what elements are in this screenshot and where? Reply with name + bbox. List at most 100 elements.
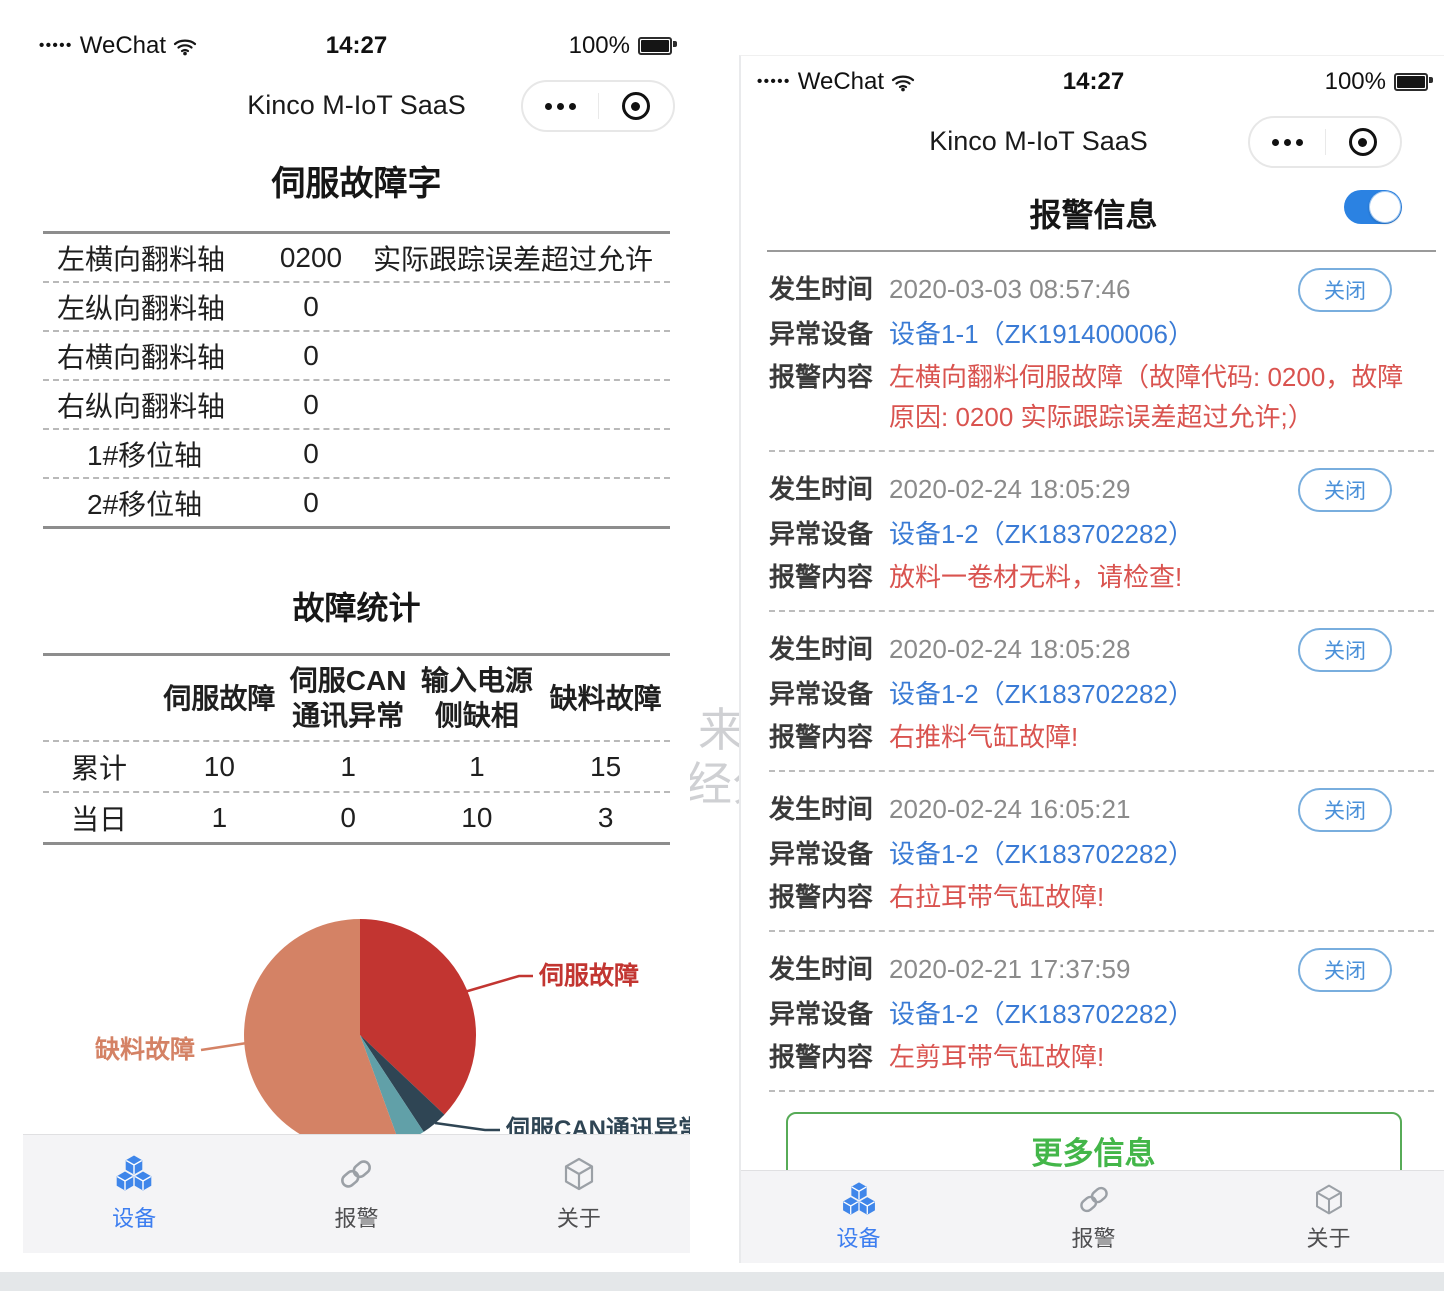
stats-row-label: 当日 bbox=[43, 798, 155, 838]
field-label-content: 报警内容 bbox=[769, 717, 873, 757]
devices-cubes-icon bbox=[113, 1155, 155, 1193]
right-phone-screen: ••••• WeChat 14:27 100% Kinco M-IoT SaaS bbox=[739, 55, 1444, 1263]
alarm-device-link[interactable]: 设备1-1（ZK191400006） bbox=[889, 312, 1194, 357]
tab-alarm[interactable]: 报警 bbox=[245, 1155, 467, 1233]
field-label-content: 报警内容 bbox=[769, 557, 873, 597]
more-dots-icon bbox=[545, 103, 576, 110]
stats-value: 10 bbox=[413, 802, 542, 834]
pie-leader-can-error bbox=[435, 1123, 500, 1130]
field-label-device: 异常设备 bbox=[769, 992, 873, 1037]
capsule-more-button[interactable] bbox=[1250, 118, 1325, 166]
pie-leader-material-shortage bbox=[201, 1043, 247, 1050]
axis-label: 2#移位轴 bbox=[43, 483, 255, 523]
table-row: 右横向翻料轴 0 bbox=[43, 332, 670, 381]
stats-value: 1 bbox=[413, 751, 542, 783]
axis-label: 左纵向翻料轴 bbox=[43, 287, 255, 327]
stats-header-cell: 输入电源 侧缺相 bbox=[413, 663, 542, 733]
stats-header-cell: 缺料故障 bbox=[541, 681, 670, 716]
alarm-list: 发生时间 2020-03-03 08:57:46 异常设备 设备1-1（ZK19… bbox=[741, 252, 1444, 1092]
stats-value: 10 bbox=[155, 751, 284, 783]
tab-devices[interactable]: 设备 bbox=[23, 1155, 245, 1233]
close-button[interactable]: 关闭 bbox=[1298, 628, 1392, 672]
table-row: 右纵向翻料轴 0 bbox=[43, 381, 670, 430]
capsule-home-button[interactable] bbox=[1326, 118, 1401, 166]
stats-row: 当日 1 0 10 3 bbox=[43, 793, 670, 842]
tab-about[interactable]: 关于 bbox=[1211, 1182, 1444, 1253]
alarm-time: 2020-02-21 17:37:59 bbox=[889, 947, 1130, 992]
alarm-device-link[interactable]: 设备1-2（ZK183702282） bbox=[889, 832, 1194, 877]
alarm-card: 发生时间 2020-02-21 17:37:59 异常设备 设备1-2（ZK18… bbox=[769, 932, 1434, 1092]
pie-label-material-shortage: 缺料故障 bbox=[95, 1035, 195, 1064]
axis-label: 1#移位轴 bbox=[43, 434, 255, 474]
toggle-knob bbox=[1369, 191, 1401, 223]
field-label-time: 发生时间 bbox=[769, 467, 873, 512]
page-title-alarm-info: 报警信息 bbox=[741, 190, 1444, 236]
battery-icon bbox=[1394, 73, 1428, 91]
close-button[interactable]: 关闭 bbox=[1298, 468, 1392, 512]
stats-row: 累计 10 1 1 15 bbox=[43, 742, 670, 793]
capsule-more-button[interactable] bbox=[523, 82, 598, 130]
alarm-card: 发生时间 2020-02-24 16:05:21 异常设备 设备1-2（ZK18… bbox=[769, 772, 1434, 932]
axis-label: 左横向翻料轴 bbox=[43, 238, 255, 278]
tab-label: 报警 bbox=[334, 1201, 378, 1233]
alarm-device-link[interactable]: 设备1-2（ZK183702282） bbox=[889, 672, 1194, 717]
alarm-header: 报警信息 bbox=[741, 184, 1444, 238]
stats-value: 1 bbox=[155, 802, 284, 834]
status-bar: ••••• WeChat 14:27 100% bbox=[741, 56, 1444, 110]
close-button[interactable]: 关闭 bbox=[1298, 268, 1392, 312]
field-label-device: 异常设备 bbox=[769, 512, 873, 557]
tab-label: 设备 bbox=[836, 1221, 880, 1253]
signal-dots-icon: ••••• bbox=[757, 73, 791, 90]
more-dots-icon bbox=[1272, 139, 1303, 146]
tab-bar: 设备 报警 关于 bbox=[23, 1134, 690, 1253]
stats-header-cell: 伺服CAN 通讯异常 bbox=[284, 663, 413, 733]
stats-title: 故障统计 bbox=[23, 583, 690, 629]
tab-alarm[interactable]: 报警 bbox=[976, 1182, 1211, 1253]
field-label-content: 报警内容 bbox=[769, 1037, 873, 1077]
tab-about[interactable]: 关于 bbox=[468, 1155, 690, 1233]
field-label-time: 发生时间 bbox=[769, 787, 873, 832]
alarm-time: 2020-02-24 18:05:29 bbox=[889, 467, 1130, 512]
alarm-device-link[interactable]: 设备1-2（ZK183702282） bbox=[889, 992, 1194, 1037]
clock: 14:27 bbox=[1063, 68, 1124, 96]
alarm-device-link[interactable]: 设备1-2（ZK183702282） bbox=[889, 512, 1194, 557]
tab-label: 设备 bbox=[112, 1201, 156, 1233]
alarm-content: 放料一卷材无料，请检查! bbox=[889, 557, 1434, 597]
tab-label: 关于 bbox=[1306, 1221, 1350, 1253]
battery-icon bbox=[638, 37, 672, 55]
close-button[interactable]: 关闭 bbox=[1298, 948, 1392, 992]
tab-label: 关于 bbox=[557, 1201, 601, 1233]
capsule-home-button[interactable] bbox=[599, 82, 674, 130]
fault-code: 0 bbox=[255, 438, 367, 470]
field-label-device: 异常设备 bbox=[769, 672, 873, 717]
page-title-servo-fault: 伺服故障字 bbox=[23, 156, 690, 205]
pie-leader-servo-fault bbox=[461, 976, 533, 993]
table-row: 1#移位轴 0 bbox=[43, 430, 670, 479]
tab-devices[interactable]: 设备 bbox=[741, 1182, 976, 1253]
table-row: 左横向翻料轴 0200 实际跟踪误差超过允许 bbox=[43, 234, 670, 283]
stats-row-label: 累计 bbox=[43, 747, 155, 787]
fault-code: 0 bbox=[255, 291, 367, 323]
fault-table: 左横向翻料轴 0200 实际跟踪误差超过允许 左纵向翻料轴 0 右横向翻料轴 0… bbox=[43, 231, 670, 529]
fault-code: 0 bbox=[255, 389, 367, 421]
chain-link-icon bbox=[335, 1155, 377, 1193]
axis-label: 右横向翻料轴 bbox=[43, 336, 255, 376]
fault-desc: 实际跟踪误差超过允许 bbox=[367, 238, 670, 278]
alarm-time: 2020-03-03 08:57:46 bbox=[889, 267, 1130, 312]
more-info-label: 更多信息 bbox=[1032, 1128, 1156, 1173]
fault-code: 0 bbox=[255, 340, 367, 372]
left-phone-screen: ••••• WeChat 14:27 100% Kinco M-IoT SaaS bbox=[23, 20, 690, 1253]
field-label-time: 发生时间 bbox=[769, 267, 873, 312]
field-label-device: 异常设备 bbox=[769, 312, 873, 357]
close-button[interactable]: 关闭 bbox=[1298, 788, 1392, 832]
fault-code: 0 bbox=[255, 487, 367, 519]
field-label-time: 发生时间 bbox=[769, 947, 873, 992]
devices-cubes-icon bbox=[840, 1182, 878, 1217]
alarm-time: 2020-02-24 16:05:21 bbox=[889, 787, 1130, 832]
stats-table: 伺服故障 伺服CAN 通讯异常 输入电源 侧缺相 缺料故障 累计 10 1 1 … bbox=[43, 653, 670, 845]
alarm-content: 右推料气缸故障! bbox=[889, 717, 1434, 757]
target-icon bbox=[1349, 128, 1377, 156]
signal-dots-icon: ••••• bbox=[39, 37, 73, 54]
wechat-capsule bbox=[1248, 116, 1402, 168]
alarm-toggle[interactable] bbox=[1344, 190, 1402, 224]
